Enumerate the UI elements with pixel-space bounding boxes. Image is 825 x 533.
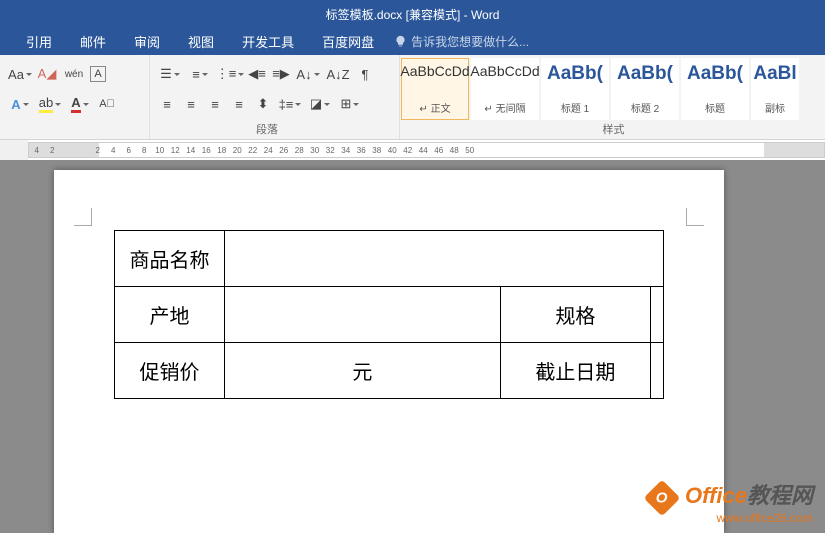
cell-product-name[interactable]: 商品名称 — [115, 231, 225, 287]
shading-button[interactable]: ◪ — [306, 93, 334, 115]
window-title: 标签模板.docx [兼容模式] - Word — [326, 6, 500, 23]
crop-mark-tl — [74, 208, 92, 226]
sort-button[interactable]: A↓Z — [324, 63, 352, 85]
style-no-spacing[interactable]: AaBbCcDd↵ 无间隔 — [471, 58, 539, 120]
borders-button[interactable]: ⊞ — [336, 93, 364, 115]
style-heading2[interactable]: AaBb(标题 2 — [611, 58, 679, 120]
table-row: 产地 规格 — [115, 287, 664, 343]
cell-spec[interactable]: 规格 — [500, 287, 650, 343]
tab-view[interactable]: 视图 — [174, 28, 228, 55]
character-border-button[interactable]: A — [90, 66, 106, 82]
styles-label: 样式 — [402, 121, 825, 137]
cell-origin-value[interactable] — [225, 287, 501, 343]
logo-badge-icon: O — [644, 480, 681, 517]
label-table[interactable]: 商品名称 产地 规格 促销价 元 截止日期 — [114, 230, 664, 399]
tab-review[interactable]: 审阅 — [120, 28, 174, 55]
align-right-button[interactable]: ≡ — [204, 93, 226, 115]
tab-baidu[interactable]: 百度网盘 — [308, 28, 388, 55]
cell-deadline[interactable]: 截止日期 — [500, 343, 650, 399]
style-heading1[interactable]: AaBb(标题 1 — [541, 58, 609, 120]
text-direction-button[interactable]: A↓ — [294, 63, 322, 85]
phonetic-guide-button[interactable]: wén — [60, 63, 88, 85]
decrease-indent-button[interactable]: ◀≡ — [246, 63, 268, 85]
paragraph-label: 段落 — [142, 121, 392, 137]
tab-developer[interactable]: 开发工具 — [228, 28, 308, 55]
multilevel-list-button[interactable]: ⋮≡ — [216, 63, 244, 85]
numbering-button[interactable]: ≡ — [186, 63, 214, 85]
style-normal[interactable]: AaBbCcDd↵ 正文 — [401, 58, 469, 120]
justify-button[interactable]: ≡ — [228, 93, 250, 115]
style-subtitle[interactable]: AaBl副标 — [751, 58, 799, 120]
bullets-button[interactable]: ☰ — [156, 63, 184, 85]
line-spacing-button[interactable]: ‡≡ — [276, 93, 304, 115]
format-painter-button[interactable]: A◢ — [36, 63, 58, 85]
tab-references[interactable]: 引用 — [12, 28, 66, 55]
cell-product-value[interactable] — [225, 231, 664, 287]
font-color-button[interactable]: A — [66, 93, 94, 115]
cell-price-unit[interactable]: 元 — [225, 343, 501, 399]
align-left-button[interactable]: ≡ — [156, 93, 178, 115]
change-case-button[interactable]: Aa — [6, 63, 34, 85]
cell-origin[interactable]: 产地 — [115, 287, 225, 343]
distribute-button[interactable]: ⬍ — [252, 93, 274, 115]
lightbulb-icon — [394, 35, 407, 48]
style-title[interactable]: AaBb(标题 — [681, 58, 749, 120]
ribbon-tabs: 引用 邮件 审阅 视图 开发工具 百度网盘 告诉我您想要做什么... — [0, 28, 825, 55]
cell-spec-value[interactable] — [650, 287, 663, 343]
page[interactable]: 商品名称 产地 规格 促销价 元 截止日期 — [54, 170, 724, 533]
table-row: 商品名称 — [115, 231, 664, 287]
ruler[interactable]: 4224681012141618202224262830323436384042… — [0, 140, 825, 160]
show-marks-button[interactable]: ¶ — [354, 63, 376, 85]
increase-indent-button[interactable]: ≡▶ — [270, 63, 292, 85]
cell-deadline-value[interactable] — [650, 343, 663, 399]
crop-mark-tr — [686, 208, 704, 226]
table-row: 促销价 元 截止日期 — [115, 343, 664, 399]
align-center-button[interactable]: ≡ — [180, 93, 202, 115]
text-effects-button[interactable]: A — [6, 93, 34, 115]
highlight-button[interactable]: ab — [36, 93, 64, 115]
watermark: O Office教程网 www.office26.com — [649, 478, 813, 526]
cell-price[interactable]: 促销价 — [115, 343, 225, 399]
title-bar: 标签模板.docx [兼容模式] - Word — [0, 0, 825, 28]
tell-me-search[interactable]: 告诉我您想要做什么... — [394, 33, 529, 50]
enclose-char-button[interactable]: A⃝ — [96, 93, 118, 115]
tab-mail[interactable]: 邮件 — [66, 28, 120, 55]
ribbon: Aa A◢ wén A A ab A A⃝ ☰ ≡ ⋮≡ ◀≡ ≡▶ A↓ — [0, 55, 825, 140]
